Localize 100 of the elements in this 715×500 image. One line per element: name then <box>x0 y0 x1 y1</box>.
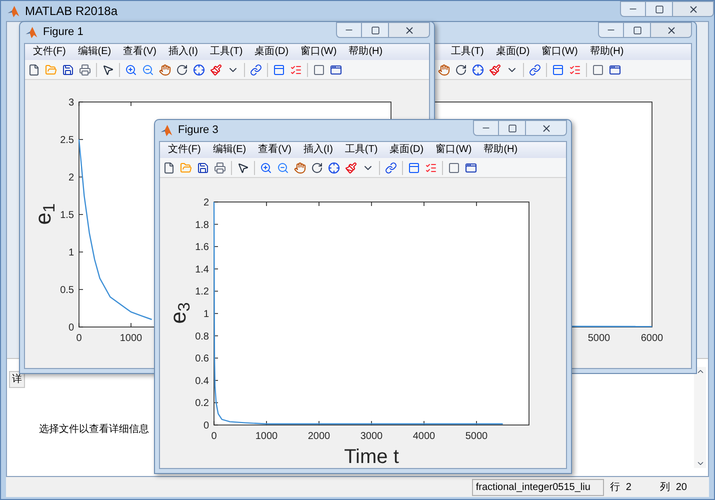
tick-label: 5000 <box>588 333 610 344</box>
zoom-out-icon[interactable] <box>142 64 154 76</box>
menu-item[interactable]: 窗口(W) <box>542 47 578 57</box>
tick-label: 2000 <box>308 431 330 442</box>
scroll-up-icon[interactable] <box>696 367 704 376</box>
data-cursor-icon[interactable] <box>328 162 340 174</box>
brush-icon[interactable] <box>489 64 501 76</box>
tick-label: 0.2 <box>195 398 209 410</box>
menu-item[interactable]: 文件(F) <box>33 47 66 57</box>
menu-item[interactable]: 桌面(D) <box>496 47 530 57</box>
menu-item[interactable]: 窗口(W) <box>300 47 337 57</box>
rotate-icon[interactable] <box>311 162 323 174</box>
pointer-icon[interactable] <box>237 162 249 174</box>
tick-label: 3000 <box>360 431 383 442</box>
legend-icon[interactable] <box>425 162 437 174</box>
tick-label: 1.4 <box>195 264 209 276</box>
menu-item[interactable]: 帮助(H) <box>484 145 518 155</box>
square-icon[interactable] <box>313 64 325 76</box>
menu-item[interactable]: 编辑(E) <box>78 47 112 57</box>
data-cursor-icon[interactable] <box>193 64 205 76</box>
scroll-down-icon[interactable] <box>696 459 704 468</box>
close-icon <box>404 24 414 36</box>
close-icon <box>688 4 698 14</box>
zoom-out-icon[interactable] <box>277 162 289 174</box>
new-file-icon[interactable] <box>28 64 40 76</box>
window-title: MATLAB R2018a <box>25 3 118 20</box>
colorbar-icon[interactable] <box>552 64 564 76</box>
tick-label: 0.6 <box>195 354 209 365</box>
rotate-icon[interactable] <box>176 64 188 76</box>
tick-label: 0.8 <box>195 331 209 342</box>
tick-label: 2 <box>68 172 74 184</box>
save-icon[interactable] <box>62 64 74 76</box>
menu-item[interactable]: 编辑(E) <box>212 145 246 155</box>
maximize-icon <box>654 4 664 14</box>
tick-label: 2 <box>203 198 209 208</box>
menu-item[interactable]: 工具(T) <box>344 145 378 155</box>
data-cursor-icon[interactable] <box>472 64 484 76</box>
link-icon[interactable] <box>385 162 397 174</box>
hand-icon[interactable] <box>294 162 306 174</box>
panel-icon[interactable] <box>465 162 477 174</box>
column-value: 20 <box>676 480 687 494</box>
panel-icon[interactable] <box>609 64 621 76</box>
menu-item[interactable]: 文件(F) <box>168 145 201 155</box>
tick-label: 1.5 <box>60 210 74 221</box>
menu-item[interactable]: 工具(T) <box>210 47 243 57</box>
colorbar-icon[interactable] <box>408 162 420 174</box>
legend-icon[interactable] <box>569 64 581 76</box>
pointer-icon[interactable] <box>102 64 114 76</box>
menu-item[interactable]: 插入(I) <box>303 145 333 155</box>
hand-icon[interactable] <box>159 64 171 76</box>
legend-icon[interactable] <box>290 64 302 76</box>
maximize-button[interactable] <box>362 22 388 38</box>
brush-icon[interactable] <box>345 162 357 174</box>
menu-item[interactable]: 查看(V) <box>123 47 156 57</box>
close-button[interactable] <box>672 1 714 17</box>
menu-item[interactable]: 帮助(H) <box>590 47 624 57</box>
matlab-logo-icon <box>7 4 20 18</box>
window-title: Figure 3 <box>178 123 218 138</box>
tick-label: 1000 <box>120 333 142 344</box>
hand-icon[interactable] <box>438 64 450 76</box>
link-icon[interactable] <box>250 64 262 76</box>
tick-label: 4000 <box>412 431 436 442</box>
new-file-icon[interactable] <box>163 162 175 174</box>
zoom-in-icon[interactable] <box>125 64 137 76</box>
tick-label: 6000 <box>640 333 664 344</box>
brush-icon[interactable] <box>210 64 222 76</box>
close-button[interactable] <box>525 120 567 136</box>
maximize-button[interactable] <box>499 120 525 136</box>
menu-item[interactable]: 工具(T) <box>451 47 484 57</box>
menu-item[interactable]: 桌面(D) <box>390 145 424 155</box>
maximize-icon <box>370 26 380 34</box>
zoom-in-icon[interactable] <box>260 162 272 174</box>
tick-label: 1 <box>68 248 74 258</box>
square-icon[interactable] <box>448 162 460 174</box>
print-icon[interactable] <box>79 64 91 76</box>
rotate-icon[interactable] <box>455 64 467 76</box>
save-icon[interactable] <box>197 162 209 174</box>
maximize-button[interactable] <box>624 22 650 38</box>
menu-item[interactable]: 窗口(W) <box>436 145 472 155</box>
menu-item[interactable]: 查看(V) <box>258 145 292 155</box>
scrollbar[interactable] <box>694 367 706 468</box>
menu-item[interactable]: 帮助(H) <box>348 47 383 57</box>
tick-label: 0 <box>76 333 82 344</box>
colorbar-icon[interactable] <box>273 64 285 76</box>
tick-label: 1.2 <box>195 286 209 298</box>
maximize-icon <box>508 124 516 132</box>
print-icon[interactable] <box>214 162 226 174</box>
close-button[interactable] <box>650 22 692 38</box>
menu-item[interactable]: 插入(I) <box>168 47 198 57</box>
square-icon[interactable] <box>592 64 604 76</box>
maximize-icon <box>632 26 642 34</box>
menu-item[interactable]: 桌面(D) <box>254 47 289 57</box>
close-button[interactable] <box>388 22 430 38</box>
status-file-name: fractional_integer0515_liu <box>472 478 604 496</box>
close-icon <box>666 24 676 36</box>
link-icon[interactable] <box>529 64 541 76</box>
panel-icon[interactable] <box>330 64 342 76</box>
matlab-logo-icon <box>25 26 38 39</box>
maximize-button[interactable] <box>646 1 672 17</box>
panel-tab[interactable]: 详 <box>9 371 25 388</box>
